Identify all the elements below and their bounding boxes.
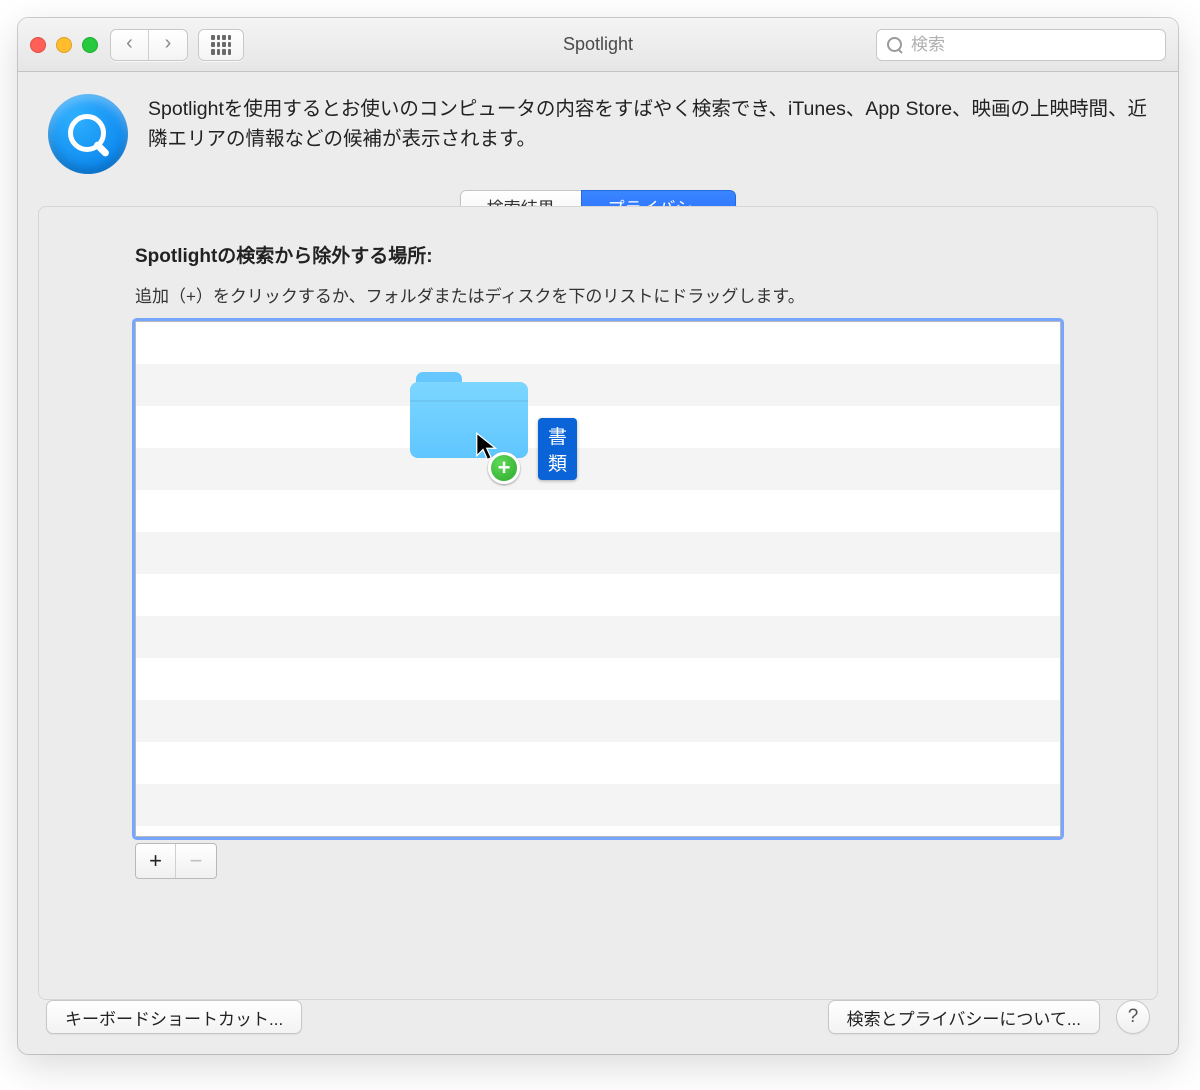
add-remove-buttons: + − (135, 843, 217, 879)
show-all-button[interactable] (198, 29, 244, 61)
folder-icon (410, 372, 528, 458)
nav-buttons: ‹ › (110, 29, 188, 61)
privacy-instruction: 追加（+）をクリックするか、フォルダまたはディスクを下のリストにドラッグします。 (135, 282, 1061, 307)
grid-icon (211, 35, 231, 55)
search-field-wrap[interactable] (876, 29, 1166, 61)
preferences-window: ‹ › Spotlight Spotlightを使用するとお使いのコンピュータの… (18, 18, 1178, 1054)
chevron-right-icon: › (165, 33, 172, 53)
privacy-panel: Spotlightの検索から除外する場所: 追加（+）をクリックするか、フォルダ… (38, 206, 1158, 1000)
remove-button[interactable]: − (176, 844, 216, 878)
footer-right: 検索とプライバシーについて... ? (828, 1000, 1150, 1034)
titlebar: ‹ › Spotlight (18, 18, 1178, 72)
search-icon (887, 37, 903, 53)
magnifier-icon (64, 110, 112, 158)
chevron-left-icon: ‹ (126, 33, 133, 53)
privacy-heading: Spotlightの検索から除外する場所: (135, 241, 1061, 268)
plus-badge-icon: + (488, 452, 520, 484)
forward-button[interactable]: › (149, 30, 187, 60)
about-search-privacy-button[interactable]: 検索とプライバシーについて... (828, 1000, 1100, 1034)
spotlight-icon (48, 94, 128, 174)
header-description: Spotlightを使用するとお使いのコンピュータの内容をすばやく検索でき、iT… (148, 94, 1148, 154)
keyboard-shortcuts-button[interactable]: キーボードショートカット... (46, 1000, 302, 1034)
minimize-window-button[interactable] (56, 37, 72, 53)
back-button[interactable]: ‹ (111, 30, 149, 60)
add-button[interactable]: + (136, 844, 176, 878)
search-input[interactable] (911, 35, 1155, 55)
dragged-folder: + 書類 (410, 372, 528, 458)
exclusion-list[interactable]: + 書類 (135, 321, 1061, 837)
footer: キーボードショートカット... 検索とプライバシーについて... ? (18, 1000, 1178, 1054)
close-window-button[interactable] (30, 37, 46, 53)
header-area: Spotlightを使用するとお使いのコンピュータの内容をすばやく検索でき、iT… (18, 72, 1178, 184)
zoom-window-button[interactable] (82, 37, 98, 53)
help-button[interactable]: ? (1116, 1000, 1150, 1034)
traffic-lights (30, 37, 98, 53)
dragged-folder-label: 書類 (538, 418, 577, 480)
